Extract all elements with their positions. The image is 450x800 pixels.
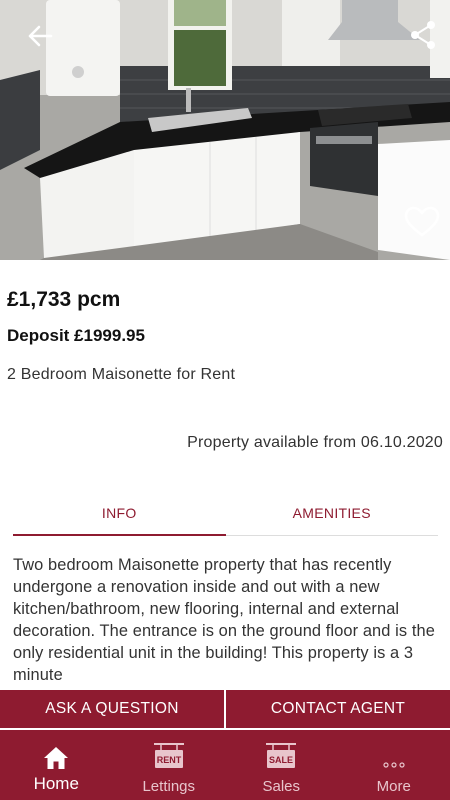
- nav-more[interactable]: More: [338, 730, 450, 800]
- detail-tabs: INFO AMENITIES: [13, 490, 438, 536]
- rent-sign-text: RENT: [157, 755, 182, 765]
- share-button[interactable]: [404, 18, 442, 52]
- rent-price: £1,733 pcm: [7, 288, 121, 311]
- heart-outline-icon: [404, 206, 440, 237]
- share-icon: [411, 21, 435, 49]
- nav-lettings-label: Lettings: [142, 778, 196, 795]
- nav-sales[interactable]: SALE Sales: [225, 730, 338, 800]
- tab-info[interactable]: INFO: [13, 490, 226, 536]
- sale-sign-text: SALE: [269, 755, 293, 765]
- more-dots-icon: [383, 762, 405, 768]
- rent-sign-icon: RENT: [153, 743, 184, 768]
- tab-amenities[interactable]: AMENITIES: [226, 490, 439, 535]
- nav-sales-label: Sales: [262, 778, 301, 795]
- nav-lettings[interactable]: RENT Lettings: [113, 730, 226, 800]
- home-icon: [44, 747, 69, 769]
- property-type: 2 Bedroom Maisonette for Rent: [7, 366, 236, 383]
- property-description: Two bedroom Maisonette property that has…: [13, 556, 435, 684]
- availability-date: Property available from 06.10.2020: [187, 434, 443, 451]
- kitchen-photo: [0, 0, 450, 260]
- back-button[interactable]: [22, 20, 58, 52]
- ask-question-button[interactable]: ASK A QUESTION: [0, 690, 224, 728]
- action-bar: ASK A QUESTION CONTACT AGENT: [0, 690, 450, 728]
- nav-home[interactable]: Home: [0, 730, 113, 800]
- bottom-navigation: Home RENT Lettings SALE Sales More: [0, 730, 450, 800]
- arrow-left-icon: [28, 25, 53, 47]
- property-photo[interactable]: [0, 0, 450, 260]
- nav-home-label: Home: [33, 774, 79, 793]
- deposit-amount: Deposit £1999.95: [7, 326, 145, 345]
- sale-sign-icon: SALE: [266, 743, 297, 768]
- favourite-button[interactable]: [400, 200, 444, 244]
- nav-more-label: More: [376, 778, 411, 795]
- contact-agent-button[interactable]: CONTACT AGENT: [226, 690, 450, 728]
